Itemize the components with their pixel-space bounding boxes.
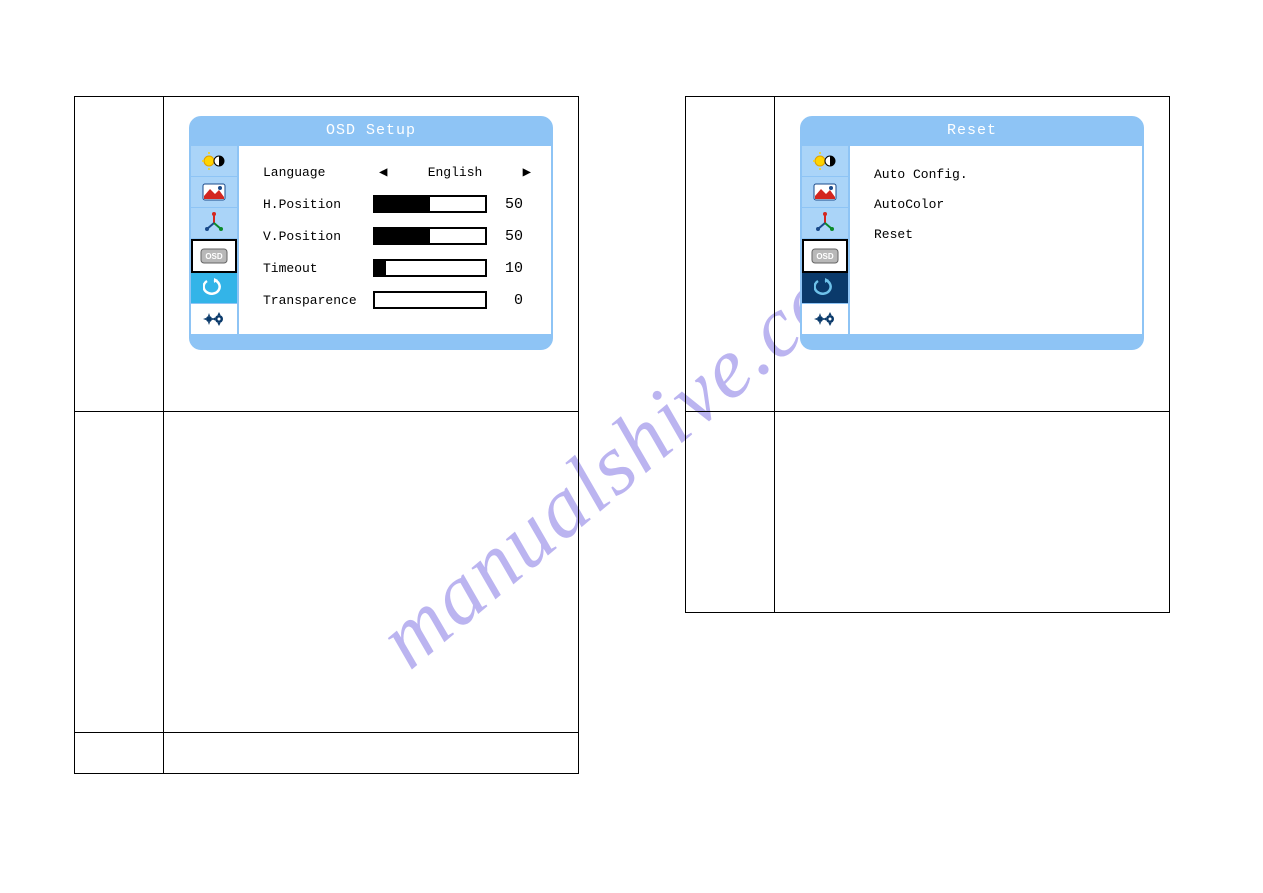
timeout-bar[interactable] [373,259,487,277]
language-value: English [387,165,522,180]
reset-panel: Reset [800,116,1144,350]
auto-config-item[interactable]: Auto Config. [874,160,1128,190]
reset-sidebar: OSD [802,146,850,334]
brightness-contrast-icon[interactable] [802,146,848,177]
svg-text:OSD: OSD [816,252,834,261]
misc-icon[interactable] [802,304,848,334]
v-position-bar[interactable] [373,227,487,245]
timeout-label: Timeout [263,261,373,276]
reset-content: Auto Config. AutoColor Reset [850,146,1142,334]
v-position-value: 50 [495,228,523,245]
manual-table-left: OSD Setup [74,96,579,774]
image-icon[interactable] [191,177,237,208]
image-icon[interactable] [802,177,848,208]
timeout-value: 10 [495,260,523,277]
svg-text:OSD: OSD [205,252,223,261]
osd-setup-panel: OSD Setup [189,116,553,350]
h-position-label: H.Position [263,197,373,212]
h-position-value: 50 [495,196,523,213]
osd-content: Language ◀ English ▶ H.Position [239,146,551,334]
osd-icon[interactable]: OSD [191,239,237,273]
transparence-row[interactable]: Transparence 0 [263,284,537,316]
reset-icon[interactable] [191,273,237,304]
transparence-value: 0 [495,292,523,309]
v-position-row[interactable]: V.Position 50 [263,220,537,252]
color-temp-icon[interactable] [802,208,848,239]
v-position-label: V.Position [263,229,373,244]
left-arrow-icon[interactable]: ◀ [379,164,387,181]
language-row[interactable]: Language ◀ English ▶ [263,156,537,188]
osd-sidebar: OSD [191,146,239,334]
manual-table-right: Reset [685,96,1170,613]
h-position-row[interactable]: H.Position 50 [263,188,537,220]
timeout-row[interactable]: Timeout 10 [263,252,537,284]
language-label: Language [263,165,373,180]
auto-color-item[interactable]: AutoColor [874,190,1128,220]
transparence-label: Transparence [263,293,373,308]
osd-title: OSD Setup [191,118,551,144]
reset-title: Reset [802,118,1142,144]
color-temp-icon[interactable] [191,208,237,239]
h-position-bar[interactable] [373,195,487,213]
misc-icon[interactable] [191,304,237,334]
reset-icon[interactable] [802,273,848,304]
brightness-contrast-icon[interactable] [191,146,237,177]
osd-icon[interactable]: OSD [802,239,848,273]
right-arrow-icon[interactable]: ▶ [523,164,531,181]
reset-item[interactable]: Reset [874,220,1128,250]
transparence-bar[interactable] [373,291,487,309]
